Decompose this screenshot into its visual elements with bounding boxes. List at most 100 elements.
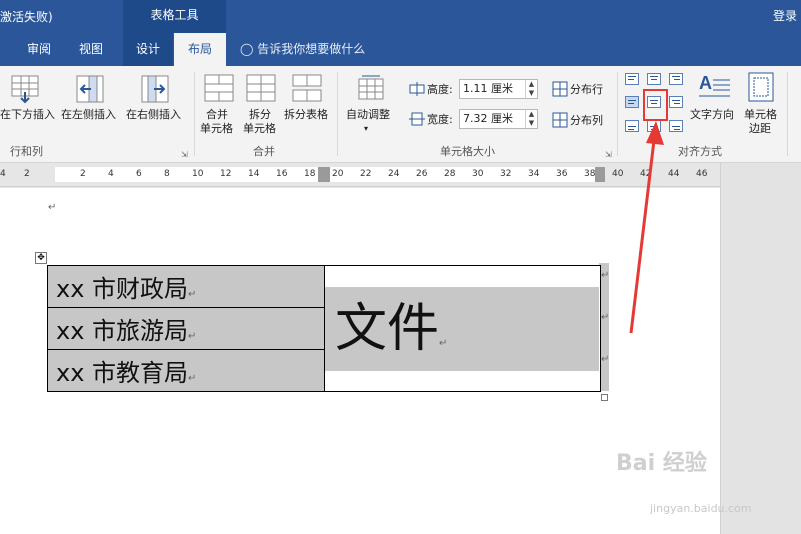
- cell-text: xx 市旅游局: [56, 317, 189, 345]
- document-table[interactable]: xx 市财政局↵ 文件↵ xx 市旅游局↵ xx 市教育局↵: [47, 265, 601, 392]
- align-middle-right-icon[interactable]: [669, 96, 683, 108]
- horizontal-ruler[interactable]: 4 2 2 4 6 8 10 12 14 16 18 20 22 24 26 28 30 32 34 36 38 40 42…: [0, 163, 720, 187]
- align-top-left-icon[interactable]: [625, 73, 639, 85]
- split-table-button[interactable]: 拆分表格: [284, 108, 328, 122]
- align-bottom-right-icon[interactable]: [669, 120, 683, 132]
- align-middle-left-icon[interactable]: [625, 96, 639, 108]
- table-cell[interactable]: xx 市教育局↵: [47, 349, 325, 392]
- tab-review[interactable]: 审阅: [14, 33, 64, 66]
- ruler-tick-label: 18: [304, 169, 316, 179]
- ribbon-tabs: 审阅 视图 设计 布局 ◯ 告诉我你想要做什么: [0, 33, 801, 66]
- tab-view[interactable]: 视图: [66, 33, 116, 66]
- align-bottom-center-icon[interactable]: [647, 120, 661, 132]
- height-input[interactable]: 1.11 厘米 ▲ ▼: [459, 79, 538, 99]
- distribute-columns-button[interactable]: 分布列: [570, 114, 603, 128]
- separator: [787, 72, 788, 156]
- table-cell[interactable]: xx 市旅游局↵: [47, 307, 325, 350]
- insert-right-icon: [140, 74, 170, 107]
- align-top-right-icon[interactable]: [669, 73, 683, 85]
- dialog-launcher-icon[interactable]: ⇲: [605, 150, 612, 159]
- merged-cell[interactable]: 文件↵: [324, 265, 601, 392]
- distribute-columns-icon: [552, 112, 568, 131]
- separator: [337, 72, 338, 156]
- table-resize-handle[interactable]: [601, 394, 608, 401]
- row-end-mark: ↵: [601, 312, 610, 323]
- insert-left-button[interactable]: 在左侧插入: [61, 108, 116, 122]
- ruler-tick-label: 4: [0, 169, 6, 179]
- ruler-tick-label: 4: [108, 169, 114, 179]
- height-label: 高度:: [427, 83, 453, 96]
- separator: [617, 72, 618, 156]
- ruler-tick-label: 30: [472, 169, 484, 179]
- spin-arrows-icon[interactable]: ▲ ▼: [525, 80, 537, 98]
- table-tools-label: 表格工具: [123, 0, 226, 33]
- column-marker[interactable]: [595, 167, 605, 182]
- watermark-logo: Bai 经验: [616, 451, 707, 476]
- chevron-down-icon[interactable]: ▾: [364, 122, 368, 136]
- ruler-tick-label: 22: [360, 169, 372, 179]
- cell-margins-label-2[interactable]: 边距: [749, 122, 771, 136]
- ruler-tick-label: 16: [276, 169, 288, 179]
- merged-cell-text-block: 文件↵: [325, 287, 599, 371]
- insert-right-button[interactable]: 在右侧插入: [126, 108, 181, 122]
- insert-below-icon: [10, 74, 40, 107]
- column-width-icon: [409, 112, 425, 129]
- insert-left-icon: [75, 74, 105, 107]
- align-bottom-left-icon[interactable]: [625, 120, 639, 132]
- merged-cell-text: 文件: [335, 299, 440, 359]
- text-direction-button[interactable]: 文字方向: [690, 108, 734, 122]
- tell-me-text: 告诉我你想要做什么: [257, 42, 366, 56]
- tell-me-box[interactable]: ◯ 告诉我你想要做什么: [240, 33, 365, 66]
- insert-below-button[interactable]: 在下方插入: [0, 108, 55, 122]
- autofit-icon: [358, 74, 384, 103]
- ruler-tick-label: 36: [556, 169, 568, 179]
- column-marker[interactable]: [318, 167, 330, 182]
- ruler-tick-label: 28: [444, 169, 456, 179]
- svg-text:A: A: [699, 73, 712, 93]
- separator: [194, 72, 195, 156]
- merge-cells-icon: [204, 74, 234, 105]
- row-end-mark: ↵: [601, 354, 610, 365]
- group-label-merge: 合并: [253, 145, 275, 158]
- ruler-tick-label: 24: [388, 169, 400, 179]
- table-cell[interactable]: xx 市财政局↵: [47, 265, 325, 308]
- row-height-icon: [409, 82, 425, 99]
- watermark-url: jingyan.baidu.com: [650, 502, 752, 515]
- login-button[interactable]: 登录: [773, 7, 797, 24]
- merge-cells-label-1[interactable]: 合并: [206, 108, 228, 122]
- cell-text: xx 市教育局: [56, 359, 189, 387]
- text-direction-icon: A: [698, 72, 732, 103]
- ruler-tick-label: 20: [332, 169, 344, 179]
- cell-margins-icon: [748, 72, 774, 105]
- ruler-tick-label: 12: [220, 169, 232, 179]
- paragraph-mark: ↵: [48, 202, 57, 213]
- ruler-tick-label: 46: [696, 169, 708, 179]
- split-cells-label-1[interactable]: 拆分: [249, 108, 271, 122]
- width-input[interactable]: 7.32 厘米 ▲ ▼: [459, 109, 538, 129]
- table-move-handle-icon[interactable]: ✥: [35, 252, 47, 264]
- ruler-tick-label: 38: [584, 169, 596, 179]
- highlight-box: [643, 89, 668, 121]
- distribute-rows-button[interactable]: 分布行: [570, 83, 603, 97]
- vertical-scroll-area[interactable]: [720, 163, 801, 534]
- ruler-tick-label: 14: [248, 169, 260, 179]
- merge-cells-label-2[interactable]: 单元格: [200, 122, 233, 136]
- group-label-cell-size: 单元格大小: [440, 145, 495, 158]
- ruler-tick-label: 26: [416, 169, 428, 179]
- dialog-launcher-icon[interactable]: ⇲: [181, 150, 188, 159]
- ruler-tick-label: 44: [668, 169, 680, 179]
- ruler-tick-label: 40: [612, 169, 624, 179]
- tab-design[interactable]: 设计: [123, 33, 173, 66]
- align-top-center-icon[interactable]: [647, 73, 661, 85]
- width-label: 宽度:: [427, 113, 453, 126]
- title-bar: 激活失败) 表格工具 登录: [0, 0, 801, 33]
- autofit-button[interactable]: 自动调整: [346, 108, 390, 122]
- ruler-tick-label: 42: [640, 169, 652, 179]
- split-cells-label-2[interactable]: 单元格: [243, 122, 276, 136]
- window-title: 激活失败): [0, 10, 53, 24]
- ruler-tick-label: 2: [80, 169, 86, 179]
- cell-margins-label-1[interactable]: 单元格: [744, 108, 777, 122]
- tab-layout[interactable]: 布局: [174, 33, 226, 66]
- lightbulb-icon: ◯: [240, 42, 254, 56]
- spin-arrows-icon[interactable]: ▲ ▼: [525, 110, 537, 128]
